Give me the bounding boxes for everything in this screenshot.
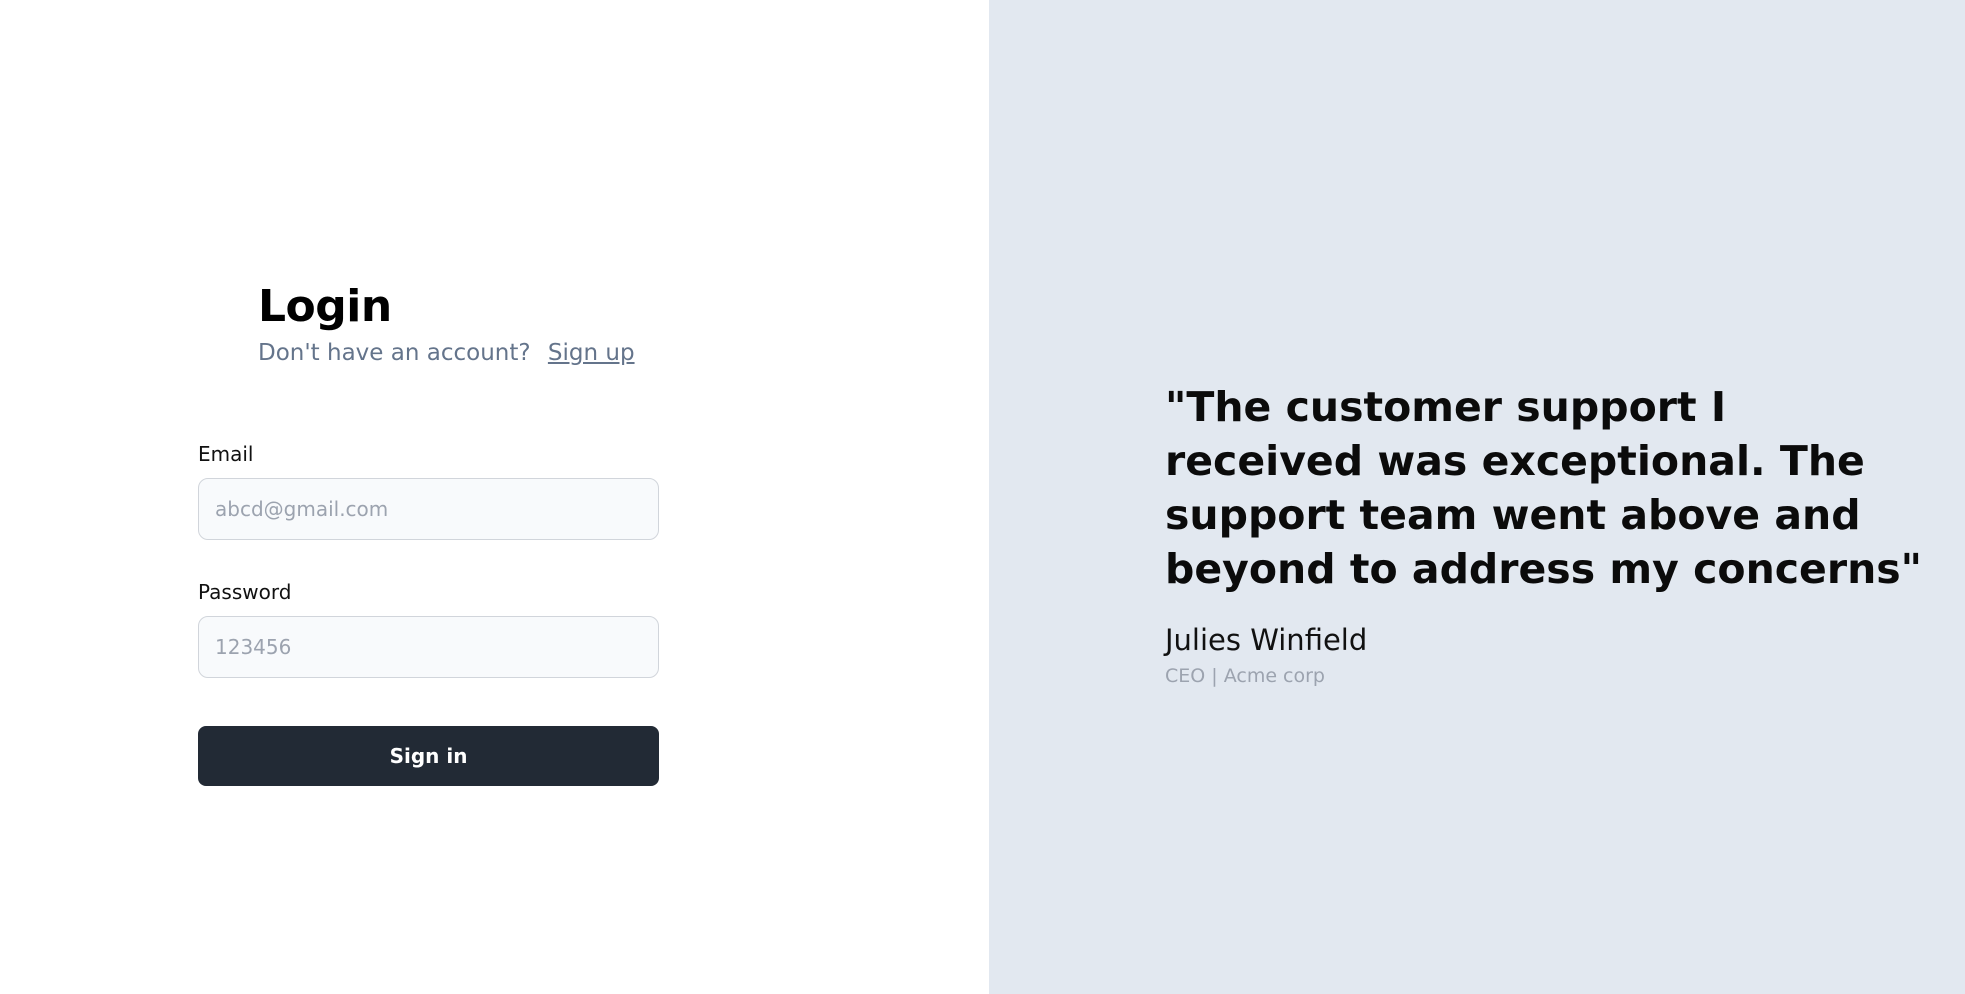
login-form: Email Password Sign in	[198, 440, 659, 786]
testimonial-quote: "The customer support I received was exc…	[1165, 383, 1923, 593]
login-header: Login Don't have an account? Sign up	[258, 276, 635, 368]
signin-button[interactable]: Sign in	[198, 726, 659, 786]
signup-link[interactable]: Sign up	[548, 340, 635, 366]
email-field-group: Email	[198, 440, 659, 540]
password-label: Password	[198, 580, 292, 604]
login-page: Login Don't have an account? Sign up Ema…	[0, 0, 1965, 994]
testimonial-panel: "The customer support I received was exc…	[989, 0, 1965, 994]
testimonial-author-role: CEO | Acme corp	[1165, 665, 1325, 687]
testimonial-author-name: Julies Winfield	[1165, 623, 1368, 657]
signup-prompt: Don't have an account?	[258, 340, 531, 366]
signup-prompt-line: Don't have an account? Sign up	[258, 338, 635, 368]
login-panel: Login Don't have an account? Sign up Ema…	[0, 0, 989, 994]
password-input[interactable]	[198, 616, 659, 678]
email-input[interactable]	[198, 478, 659, 540]
password-field-group: Password	[198, 578, 659, 678]
page-title: Login	[258, 281, 392, 332]
email-label: Email	[198, 442, 254, 466]
testimonial: "The customer support I received was exc…	[1165, 380, 1925, 688]
